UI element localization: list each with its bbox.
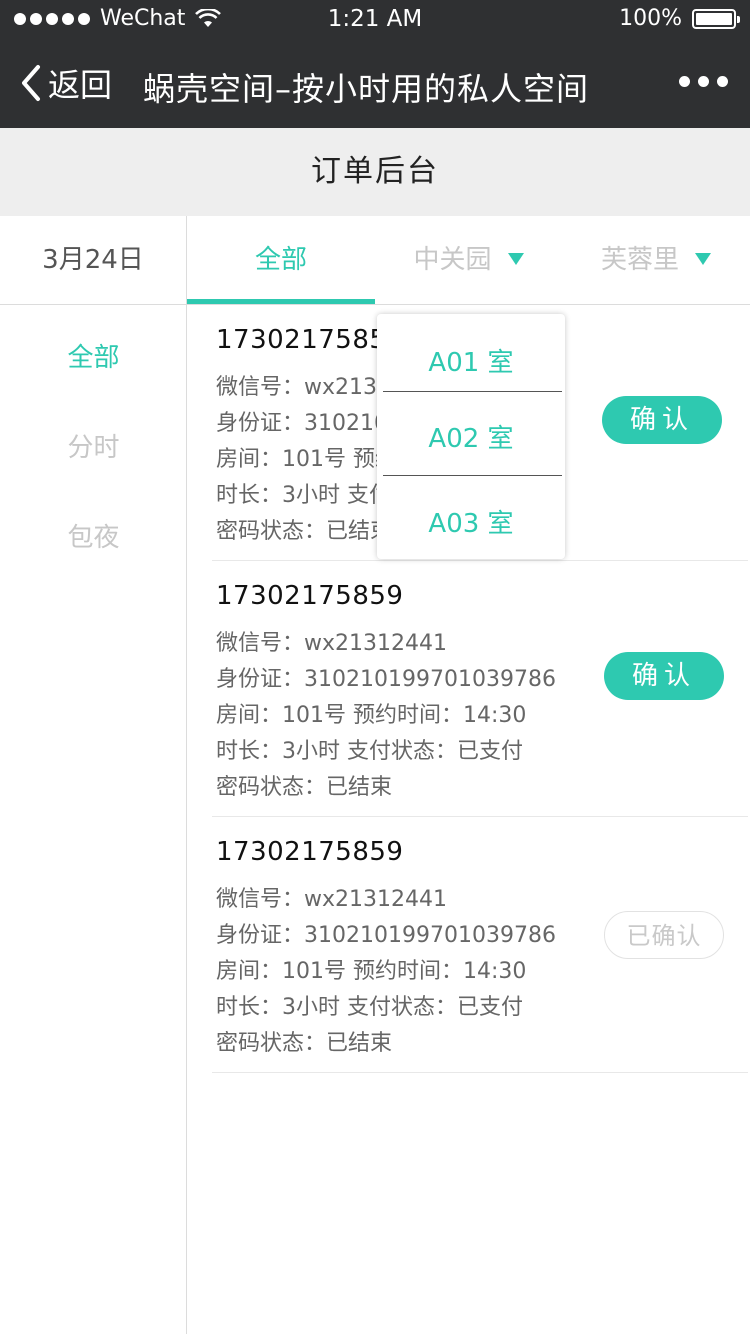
confirm-button[interactable]: 确认 xyxy=(604,652,724,700)
order-password: 密码状态：已结束 xyxy=(216,1031,393,1056)
tab-all-label: 全部 xyxy=(254,245,307,275)
room-dropdown: A01 室 A02 室 A03 室 xyxy=(377,314,565,559)
order-password: 密码状态：已结束 xyxy=(216,519,393,544)
order-card: 17302175859 微信号：wx21312441 身份证：310210199… xyxy=(212,561,748,817)
more-icon[interactable] xyxy=(679,76,728,87)
status-bar: WeChat 1:21 AM 100% xyxy=(0,0,750,40)
sidebar-item-overnight[interactable]: 包夜 xyxy=(0,517,187,554)
order-card: 17302175859 微信号：wx21312441 身份证：310210199… xyxy=(212,817,748,1073)
order-id-card: 身份证：310210199701039786 xyxy=(216,667,556,692)
tab-zhongguanyuan[interactable]: 中关园 xyxy=(375,216,562,304)
order-password: 密码状态：已结束 xyxy=(216,775,393,800)
sidebar-item-hourly[interactable]: 分时 xyxy=(0,427,187,464)
chevron-left-icon xyxy=(22,65,40,101)
sidebar: 全部 分时 包夜 xyxy=(0,305,187,1334)
order-wechat: 微信号：wx21312441 xyxy=(216,631,447,656)
date-filter[interactable]: 3月24日 xyxy=(0,216,187,304)
order-duration: 时长：3小时 支付状态：已支付 xyxy=(216,739,523,764)
order-id-card: 身份证：310210199701039786 xyxy=(216,923,556,948)
back-label: 返回 xyxy=(48,66,113,104)
confirm-button[interactable]: 确认 xyxy=(602,396,722,444)
dropdown-option-a01[interactable]: A01 室 xyxy=(377,342,565,379)
dropdown-option-a03[interactable]: A03 室 xyxy=(377,503,565,540)
order-room: 房间：101号 预约时间：14:30 xyxy=(216,703,527,728)
filter-bar: 3月24日 全部 中关园 芙蓉里 xyxy=(0,216,750,305)
triangle-down-icon xyxy=(507,252,524,265)
tab-zhongguanyuan-label: 中关园 xyxy=(413,245,492,275)
dropdown-option-a02[interactable]: A02 室 xyxy=(377,418,565,455)
nav-bar: 返回 蜗壳空间–按小时用的私人空间 xyxy=(0,40,750,128)
tab-furongli[interactable]: 芙蓉里 xyxy=(562,216,750,304)
order-phone: 17302175859 xyxy=(216,325,404,355)
battery-icon xyxy=(692,8,740,29)
sidebar-item-all[interactable]: 全部 xyxy=(0,337,187,374)
dropdown-divider xyxy=(383,475,562,476)
tab-all[interactable]: 全部 xyxy=(187,216,375,304)
battery-percent: 100% xyxy=(619,6,682,31)
order-phone: 17302175859 xyxy=(216,581,404,611)
confirmed-badge: 已确认 xyxy=(604,911,724,959)
dropdown-divider xyxy=(383,391,562,392)
order-phone: 17302175859 xyxy=(216,837,404,867)
page-title: 订单后台 xyxy=(0,128,750,216)
tab-furongli-label: 芙蓉里 xyxy=(600,245,679,275)
triangle-down-icon xyxy=(695,252,711,265)
order-room: 房间：101号 预约时间：14:30 xyxy=(216,959,527,984)
nav-title: 蜗壳空间–按小时用的私人空间 xyxy=(143,70,590,108)
order-wechat: 微信号：wx21312441 xyxy=(216,887,447,912)
status-right: 100% xyxy=(619,6,740,31)
back-button[interactable]: 返回 xyxy=(20,60,112,106)
order-duration: 时长：3小时 支付状态：已支付 xyxy=(216,995,523,1020)
top-bar: WeChat 1:21 AM 100% 返回 蜗壳空间–按小时用的私人空间 xyxy=(0,0,750,128)
